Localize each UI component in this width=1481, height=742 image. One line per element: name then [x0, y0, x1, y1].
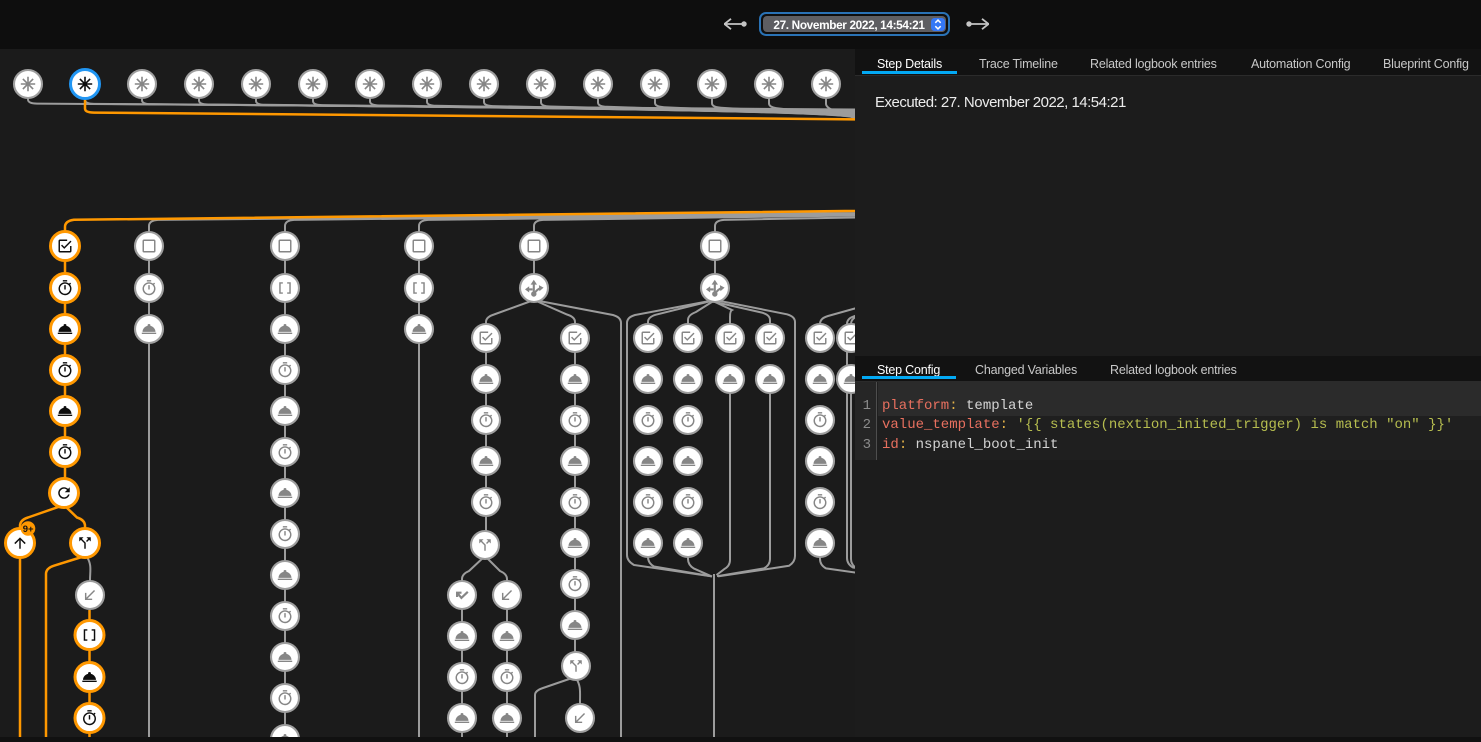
svg-text:9+: 9+	[23, 524, 34, 535]
